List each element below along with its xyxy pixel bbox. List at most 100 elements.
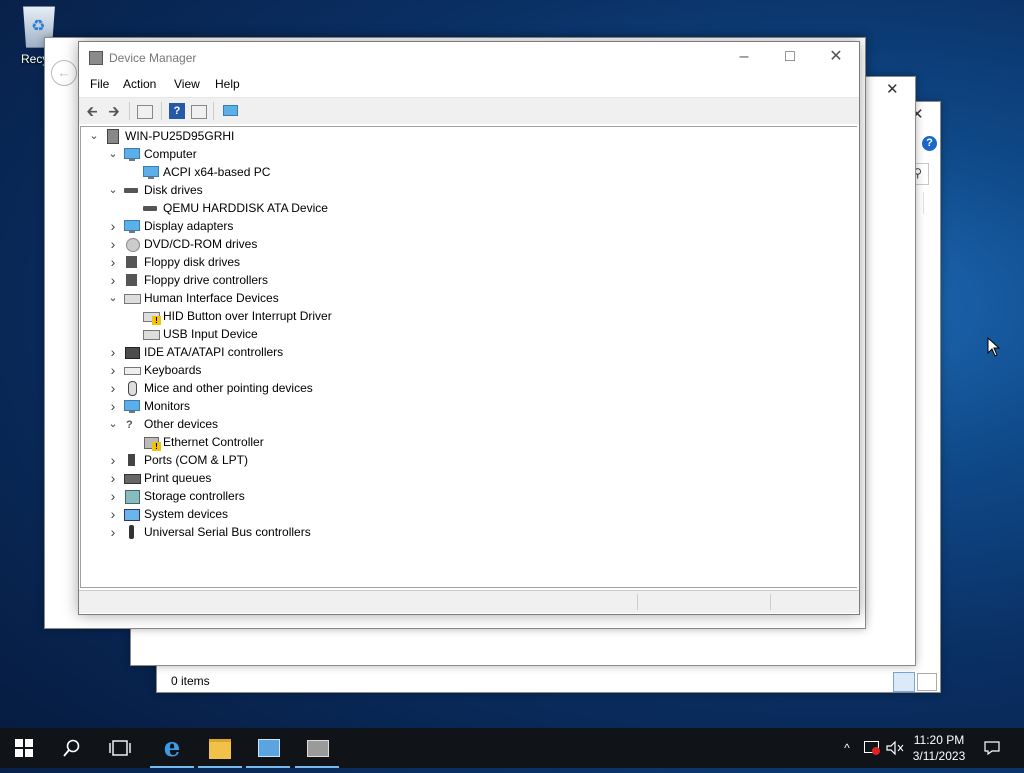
clock-time: 11:20 PM (913, 733, 965, 747)
tree-item-label: WIN-PU25D95GRHI (125, 129, 235, 143)
tree-item-label: Print queues (144, 471, 212, 485)
tree-item[interactable]: › System devices (81, 505, 851, 523)
task-view-button[interactable] (96, 728, 144, 768)
chevron-right-icon[interactable]: › (108, 361, 118, 379)
hid-warning-icon (143, 309, 161, 325)
chevron-right-icon[interactable]: › (108, 379, 118, 397)
properties-icon[interactable] (191, 105, 207, 119)
title-bar[interactable]: Device Manager – □ ✕ (79, 42, 859, 74)
show-hidden-icons-chevron-icon[interactable]: ^ (838, 728, 856, 768)
port-icon (124, 453, 140, 467)
tree-item[interactable]: ⌄ Human Interface Devices (81, 289, 851, 307)
chevron-right-icon[interactable]: › (108, 469, 118, 487)
keyboard-icon (124, 363, 141, 377)
chevron-down-icon[interactable]: ⌄ (89, 127, 99, 145)
menu-file[interactable]: File (90, 77, 109, 91)
chevron-right-icon[interactable]: › (108, 397, 118, 415)
tree-item[interactable]: › IDE ATA/ATAPI controllers (81, 343, 851, 361)
taskbar: e ^ 11:20 PM 3/11/2023 (0, 728, 1024, 768)
tree-item[interactable]: QEMU HARDDISK ATA Device (81, 199, 851, 217)
tree-item[interactable]: HID Button over Interrupt Driver (81, 307, 851, 325)
chevron-down-icon[interactable]: ⌄ (108, 415, 118, 433)
mouse-cursor-icon (987, 337, 1001, 357)
chevron-right-icon[interactable]: › (108, 487, 118, 505)
device-manager-taskbar-button[interactable] (293, 728, 341, 768)
chevron-right-icon[interactable]: › (108, 451, 118, 469)
tree-item-label: QEMU HARDDISK ATA Device (163, 201, 328, 215)
tree-item[interactable]: ⌄ Computer (81, 145, 851, 163)
tree-item[interactable]: › Print queues (81, 469, 851, 487)
tree-item[interactable]: › Mice and other pointing devices (81, 379, 851, 397)
display-adapter-icon (124, 219, 140, 233)
dvd-icon (124, 237, 140, 252)
tree-item-label: Storage controllers (144, 489, 245, 503)
chevron-right-icon[interactable]: › (108, 505, 118, 523)
tree-item[interactable]: Ethernet Controller (81, 433, 851, 451)
menu-help[interactable]: Help (215, 77, 240, 91)
internet-explorer-icon: e (163, 733, 181, 763)
usb-icon (124, 525, 140, 539)
volume-muted-icon[interactable] (884, 728, 906, 768)
forward-arrow-icon[interactable]: 🡲 (106, 103, 122, 119)
toolbar-divider (161, 102, 162, 120)
network-disconnected-icon[interactable] (860, 728, 882, 768)
tree-item[interactable]: ⌄ Disk drives (81, 181, 851, 199)
tree-item[interactable]: › Floppy disk drives (81, 253, 851, 271)
tree-item[interactable]: USB Input Device (81, 325, 851, 343)
chevron-down-icon[interactable]: ⌄ (108, 181, 118, 199)
tree-item[interactable]: › Ports (COM & LPT) (81, 451, 851, 469)
mouse-icon (124, 381, 140, 396)
device-manager-window[interactable]: Device Manager – □ ✕ File Action View He… (78, 41, 860, 615)
tree-item[interactable]: › Keyboards (81, 361, 851, 379)
menu-action[interactable]: Action (123, 77, 156, 91)
tree-item[interactable]: › Monitors (81, 397, 851, 415)
close-icon[interactable]: ✕ (886, 80, 899, 98)
tree-item[interactable]: ⌄ Other devices (81, 415, 851, 433)
tree-item[interactable]: › DVD/CD-ROM drives (81, 235, 851, 253)
action-center-button[interactable] (980, 728, 1004, 768)
tree-item[interactable]: › Universal Serial Bus controllers (81, 523, 851, 541)
chevron-right-icon[interactable]: › (108, 271, 118, 289)
tree-item-label: Display adapters (144, 219, 234, 233)
system-clock[interactable]: 11:20 PM 3/11/2023 (904, 732, 974, 764)
tree-item[interactable]: › Storage controllers (81, 487, 851, 505)
device-manager-icon (307, 740, 329, 757)
back-arrow-icon[interactable]: ← (51, 60, 77, 86)
chevron-right-icon[interactable]: › (108, 253, 118, 271)
window-title: Device Manager (109, 51, 197, 65)
chevron-right-icon[interactable]: › (108, 235, 118, 253)
tree-item[interactable]: › Display adapters (81, 217, 851, 235)
scan-hardware-icon[interactable] (222, 103, 238, 119)
tree-item[interactable]: ACPI x64-based PC (81, 163, 851, 181)
internet-explorer-taskbar-button[interactable]: e (148, 728, 196, 768)
menu-bar: File Action View Help (79, 74, 859, 96)
chevron-right-icon[interactable]: › (108, 523, 118, 541)
file-explorer-taskbar-button[interactable] (196, 728, 244, 768)
tree-item[interactable]: ⌄ WIN-PU25D95GRHI (81, 127, 851, 145)
menu-view[interactable]: View (174, 77, 200, 91)
server-manager-taskbar-button[interactable] (244, 728, 292, 768)
column-divider (923, 192, 924, 214)
minimize-button[interactable]: – (721, 42, 767, 72)
close-button[interactable]: ✕ (813, 42, 859, 72)
device-tree[interactable]: ⌄ WIN-PU25D95GRHI ⌄ Computer ACPI x64-based … (80, 126, 857, 588)
help-icon[interactable]: ? (922, 136, 937, 151)
search-taskbar-button[interactable] (48, 728, 96, 768)
back-arrow-icon[interactable]: 🡰 (84, 103, 100, 119)
show-hide-console-tree-icon[interactable] (137, 105, 153, 119)
tree-item[interactable]: › Floppy drive controllers (81, 271, 851, 289)
details-view-button[interactable] (893, 672, 915, 692)
chevron-right-icon[interactable]: › (108, 343, 118, 361)
monitor-icon (124, 147, 140, 161)
chevron-down-icon[interactable]: ⌄ (108, 289, 118, 307)
chevron-right-icon[interactable]: › (108, 217, 118, 235)
tree-item-label: USB Input Device (163, 327, 258, 341)
start-button[interactable] (0, 728, 48, 768)
help-icon[interactable]: ? (169, 103, 185, 119)
large-icons-view-button[interactable] (917, 673, 937, 691)
maximize-button[interactable]: □ (767, 42, 813, 72)
monitor-icon (124, 399, 140, 413)
chevron-down-icon[interactable]: ⌄ (108, 145, 118, 163)
search-icon (63, 739, 80, 757)
tree-item-label: HID Button over Interrupt Driver (163, 309, 332, 323)
